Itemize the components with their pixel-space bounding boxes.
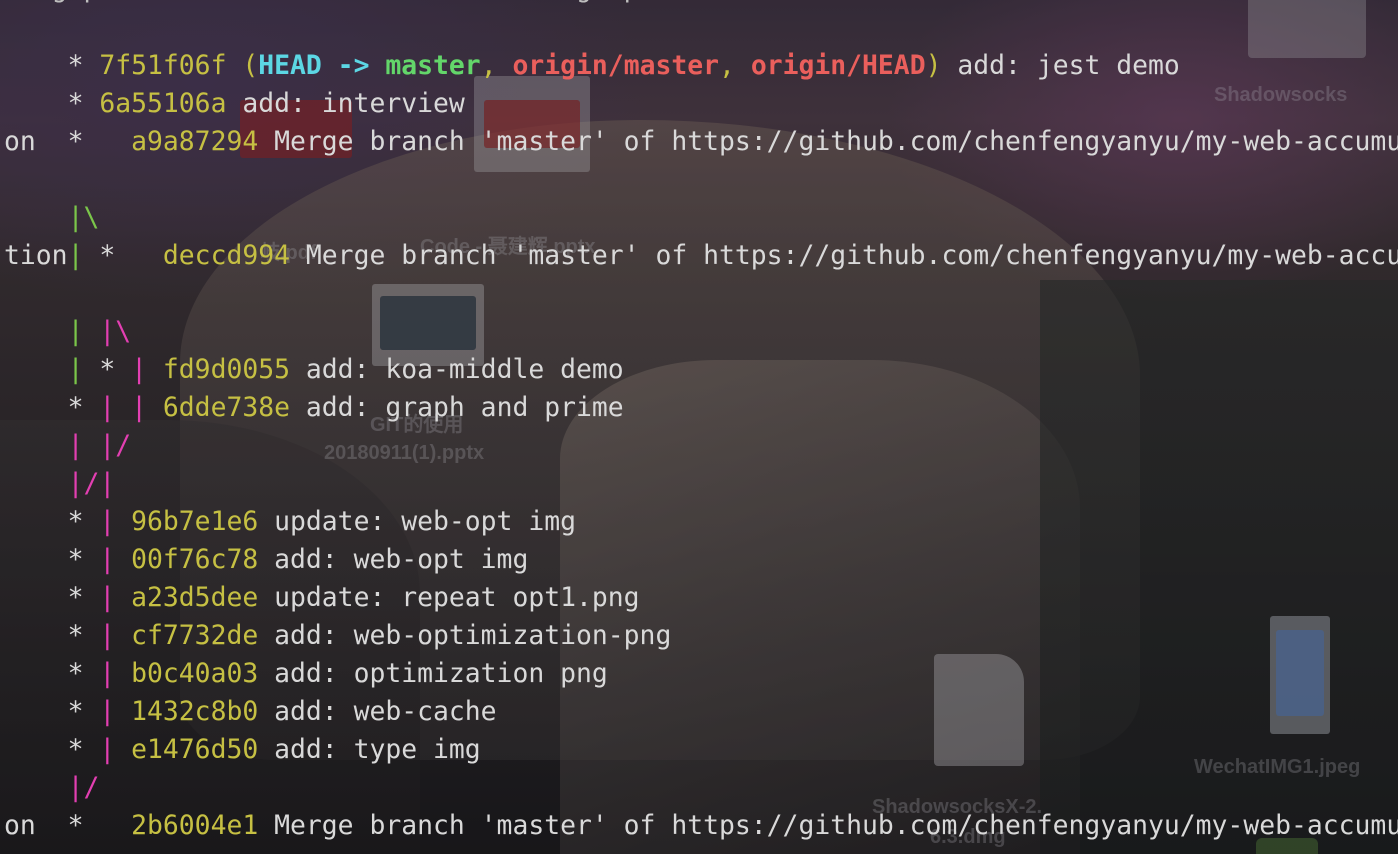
- commit-message: add: jest demo: [941, 50, 1180, 81]
- ref-close: ): [925, 50, 942, 81]
- git-log-line: * | b0c40a03 add: optimization png: [4, 617, 608, 689]
- ref-remote: origin/master: [512, 50, 720, 81]
- git-log-line: * | a23d5dee update: repeat opt1.png: [4, 541, 640, 613]
- commit-hash: e1476d50: [131, 734, 259, 765]
- commit-hash: 6dde738e: [162, 392, 291, 423]
- git-log-line: * 6a55106a add: interview: [4, 47, 465, 119]
- wrapped-text: on: [4, 810, 36, 841]
- commit-hash: 2b6004e1: [131, 810, 259, 841]
- git-log-line: * | cf7732de add: web-optimization-png: [4, 579, 672, 651]
- commit-message: Merge branch 'master' of https://github.…: [258, 810, 1398, 841]
- commit-hash: deccd994: [162, 240, 291, 271]
- commit-message: add: graph and prime: [290, 392, 624, 423]
- git-graph-line: |/|: [4, 427, 116, 499]
- git-log-line: | * deccd994 Merge branch 'master' of ht…: [4, 199, 1398, 271]
- git-log-line: * | e1476d50 add: type img: [4, 693, 481, 765]
- commit-message: add: type img: [258, 734, 481, 765]
- terminal-line-cutoff: t g p t t g p t: [4, 0, 719, 8]
- git-graph-line: |/: [4, 731, 100, 803]
- graph-glyph: |: [99, 734, 132, 765]
- graph-glyph: |: [67, 240, 100, 271]
- terminal-window[interactable]: t g p t t g p t * 7f51f06f (HEAD -> mast…: [0, 0, 1398, 854]
- git-log-line: * a9a87294 Merge branch 'master' of http…: [4, 85, 1398, 157]
- git-log-line: * | 96b7e1e6 update: web-opt img: [4, 465, 576, 537]
- git-log-line: * | 00f76c78 add: web-opt img: [4, 503, 529, 575]
- wrapped-text: on: [4, 126, 36, 157]
- git-log-line: * 7f51f06f (HEAD -> master, origin/maste…: [4, 9, 1180, 81]
- git-log-line: * | 1432c8b0 add: web-cache: [4, 655, 497, 727]
- git-graph-line: | |/: [4, 389, 132, 461]
- graph-glyph: *: [99, 240, 163, 271]
- ref-remote: origin/HEAD: [750, 50, 926, 81]
- git-graph-line: | |\: [4, 275, 132, 347]
- commit-hash: a9a87294: [131, 126, 259, 157]
- git-log-line: | * | fd9d0055 add: koa-middle demo: [4, 313, 624, 385]
- ref-separator: ,: [719, 50, 751, 81]
- graph-glyph: *: [67, 126, 132, 157]
- graph-glyph: |: [131, 392, 163, 423]
- commit-message: Merge branch 'master' of https://github.…: [258, 126, 1398, 157]
- ref-separator: ,: [480, 50, 513, 81]
- git-log-line: * | | 6dde738e add: graph and prime: [4, 351, 624, 423]
- wrapped-text: tion: [4, 240, 68, 271]
- git-graph-line: |\: [4, 161, 100, 233]
- git-log-line: * 2b6004e1 Merge branch 'master' of http…: [4, 769, 1398, 841]
- graph-glyph: *: [67, 810, 132, 841]
- commit-message: Merge branch 'master' of https://github.…: [290, 240, 1398, 271]
